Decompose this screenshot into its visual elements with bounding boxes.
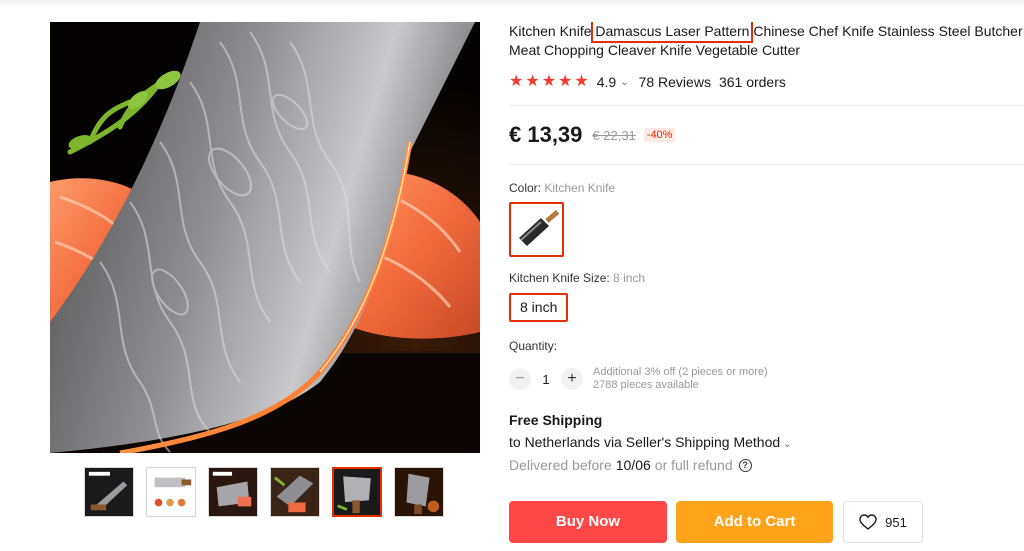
thumbnail-strip xyxy=(84,467,444,517)
color-label-text: Color: xyxy=(509,181,542,195)
size-option-8-inch[interactable]: 8 inch xyxy=(509,293,569,322)
stock-available: 2788 pieces available xyxy=(593,379,699,391)
product-title: Kitchen Knife Damascus Laser Pattern Chi… xyxy=(509,22,1024,60)
shipping-method[interactable]: to Netherlands via Seller's Shipping Met… xyxy=(509,434,1024,450)
current-price: € 13,39 xyxy=(509,122,583,147)
title-text-start: Kitchen Knife xyxy=(509,23,596,39)
thumbnail-4[interactable] xyxy=(270,467,320,517)
color-option-kitchen-knife[interactable] xyxy=(509,202,564,257)
product-info-panel: Kitchen Knife Damascus Laser Pattern Chi… xyxy=(509,22,1024,473)
star-icon: ★ xyxy=(525,73,540,90)
quantity-value[interactable]: 1 xyxy=(531,372,561,387)
star-icon: ★ xyxy=(558,73,573,90)
rating-value[interactable]: 4.9 xyxy=(597,74,616,90)
price-row: € 13,39 € 22,31 -40% xyxy=(509,106,1024,164)
add-to-cart-button[interactable]: Add to Cart xyxy=(676,501,833,543)
star-icon: ★ xyxy=(541,73,557,90)
color-selected-value: Kitchen Knife xyxy=(544,181,616,195)
quantity-decrease-button[interactable]: − xyxy=(509,368,531,390)
size-label-text: Kitchen Knife Size: xyxy=(509,271,610,285)
color-label: Color: Kitchen Knife xyxy=(509,181,1024,195)
reviews-link[interactable]: 78 Reviews xyxy=(639,74,711,90)
wishlist-count: 951 xyxy=(885,514,907,530)
quantity-stepper: − 1 + Additional 3% off (2 pieces or mor… xyxy=(509,366,1024,392)
original-price: € 22,31 xyxy=(592,127,636,143)
buy-now-button[interactable]: Buy Now xyxy=(509,501,667,543)
quantity-note: Additional 3% off (2 pieces or more) 278… xyxy=(593,366,768,392)
heart-icon xyxy=(859,514,877,530)
thumbnail-2[interactable] xyxy=(146,467,196,517)
size-selected-value: 8 inch xyxy=(613,271,646,285)
action-buttons: Buy Now Add to Cart 951 xyxy=(509,501,923,543)
discount-badge: -40% xyxy=(643,128,676,142)
main-product-image[interactable] xyxy=(50,22,480,453)
star-rating: ★ ★ ★ ★ ★ xyxy=(509,74,589,90)
delivery-suffix: or full refund xyxy=(654,457,733,473)
delivery-prefix: Delivered before xyxy=(509,457,612,473)
delivery-info: Delivered before 10/06 or full refund ? xyxy=(509,457,1024,473)
chevron-down-icon[interactable]: ⌄ xyxy=(783,439,791,450)
thumbnail-1[interactable] xyxy=(84,467,134,517)
divider xyxy=(509,164,1024,165)
orders-count: 361 orders xyxy=(718,74,786,90)
shipping-title: Free Shipping xyxy=(509,412,603,428)
delivery-date: 10/06 xyxy=(615,457,651,473)
title-highlight: Damascus Laser Pattern xyxy=(591,22,754,43)
thumbnail-3[interactable] xyxy=(208,467,258,517)
quantity-label: Quantity: xyxy=(509,339,558,353)
shipping-method-text[interactable]: to Netherlands via Seller's Shipping Met… xyxy=(509,434,780,450)
size-label: Kitchen Knife Size: 8 inch xyxy=(509,271,1024,285)
rating-row: ★ ★ ★ ★ ★ 4.9 ⌄ 78 Reviews 361 orders xyxy=(509,73,1024,91)
quantity-increase-button[interactable]: + xyxy=(561,368,583,390)
thumbnail-6[interactable] xyxy=(394,467,444,517)
bulk-discount-note: Additional 3% off (2 pieces or more) xyxy=(593,366,768,378)
star-icon: ★ xyxy=(574,73,589,90)
page-top-shadow xyxy=(0,0,1024,8)
chevron-down-icon[interactable]: ⌄ xyxy=(620,77,628,88)
question-circle-icon[interactable]: ? xyxy=(738,458,752,472)
wishlist-button[interactable]: 951 xyxy=(843,501,923,543)
star-icon: ★ xyxy=(509,73,524,90)
thumbnail-5[interactable] xyxy=(332,467,382,517)
